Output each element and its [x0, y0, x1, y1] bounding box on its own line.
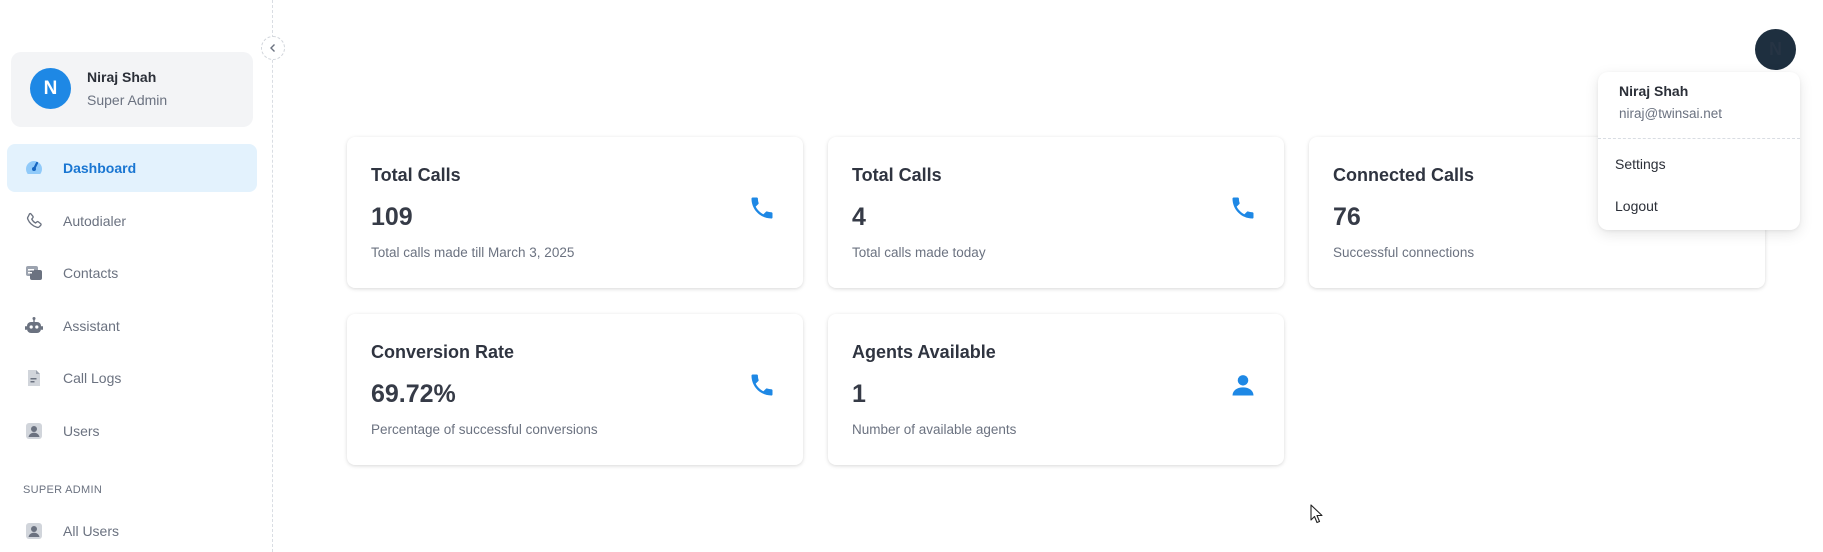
card-value: 76	[1333, 203, 1361, 231]
avatar-initial: N	[1769, 39, 1782, 59]
card-value: 109	[371, 203, 413, 231]
card-title: Total Calls	[852, 165, 942, 185]
sidebar-item-label: Contacts	[63, 265, 119, 281]
robot-icon	[24, 316, 44, 336]
person-icon	[1228, 370, 1258, 400]
stat-card-agents-available: Agents Available 1 Number of available a…	[828, 314, 1284, 465]
sidebar-item-users[interactable]: Users	[7, 407, 257, 455]
chevron-left-icon	[268, 41, 278, 56]
card-title: Connected Calls	[1333, 165, 1475, 185]
card-description: Percentage of successful conversions	[371, 422, 598, 437]
sidebar-nav: Dashboard Autodialer Contacts Assistant	[7, 144, 257, 459]
stat-card-total-calls-today: Total Calls 4 Total calls made today	[828, 137, 1284, 288]
card-value: 69.72%	[371, 380, 456, 408]
sidebar-item-label: Users	[63, 422, 100, 439]
contacts-icon	[24, 263, 44, 283]
card-title: Agents Available	[852, 342, 996, 362]
section-title-super-admin: SUPER ADMIN	[23, 484, 103, 496]
user-badge-icon	[24, 421, 44, 441]
stat-card-total-calls: Total Calls 109 Total calls made till Ma…	[347, 137, 803, 288]
card-value: 4	[852, 203, 866, 231]
card-title: Total Calls	[371, 165, 461, 185]
sidebar: N Niraj Shah Super Admin Dashboard Autod…	[0, 0, 273, 552]
phone-icon	[747, 193, 777, 223]
profile-role: Super Admin	[87, 92, 168, 108]
dropdown-divider	[1598, 138, 1800, 139]
profile-card[interactable]: N Niraj Shah Super Admin	[11, 52, 253, 127]
card-value: 1	[852, 380, 866, 408]
sidebar-item-autodialer[interactable]: Autodialer	[7, 197, 257, 245]
sidebar-item-label: Call Logs	[63, 370, 122, 386]
phone-outline-icon	[24, 211, 44, 231]
document-icon	[24, 368, 44, 388]
card-title: Conversion Rate	[371, 342, 515, 362]
speedometer-icon	[24, 158, 44, 178]
account-dropdown-menu: Niraj Shah niraj@twinsai.net Settings Lo…	[1598, 72, 1800, 230]
card-description: Total calls made till March 3, 2025	[371, 245, 575, 260]
sidebar-item-label: All Users	[63, 523, 120, 539]
dropdown-user-name: Niraj Shah	[1619, 83, 1689, 99]
menu-item-logout[interactable]: Logout	[1615, 198, 1658, 214]
profile-name: Niraj Shah	[87, 69, 157, 85]
mouse-cursor-icon	[1310, 504, 1324, 529]
sidebar-item-call-logs[interactable]: Call Logs	[7, 354, 257, 402]
card-description: Successful connections	[1333, 245, 1475, 260]
app-root: N Niraj Shah Super Admin Dashboard Autod…	[0, 0, 1823, 552]
phone-icon	[1228, 193, 1258, 223]
user-badge-icon	[24, 521, 44, 541]
sidebar-item-dashboard[interactable]: Dashboard	[7, 144, 257, 192]
phone-icon	[747, 370, 777, 400]
sidebar-item-contacts[interactable]: Contacts	[7, 249, 257, 297]
dropdown-user-email: niraj@twinsai.net	[1619, 106, 1722, 121]
menu-item-settings[interactable]: Settings	[1615, 156, 1666, 172]
admin-nav: All Users	[7, 510, 257, 552]
sidebar-item-label: Assistant	[63, 317, 120, 334]
sidebar-item-all-users[interactable]: All Users	[7, 510, 257, 552]
sidebar-item-label: Autodialer	[63, 212, 127, 229]
card-description: Number of available agents	[852, 422, 1017, 437]
card-description: Total calls made today	[852, 245, 986, 260]
sidebar-item-assistant[interactable]: Assistant	[7, 302, 257, 350]
stat-card-conversion-rate: Conversion Rate 69.72% Percentage of suc…	[347, 314, 803, 465]
sidebar-collapse-button[interactable]	[261, 36, 285, 60]
account-avatar-button[interactable]: N	[1755, 29, 1796, 70]
sidebar-item-label: Dashboard	[63, 160, 137, 176]
avatar: N	[30, 68, 71, 109]
